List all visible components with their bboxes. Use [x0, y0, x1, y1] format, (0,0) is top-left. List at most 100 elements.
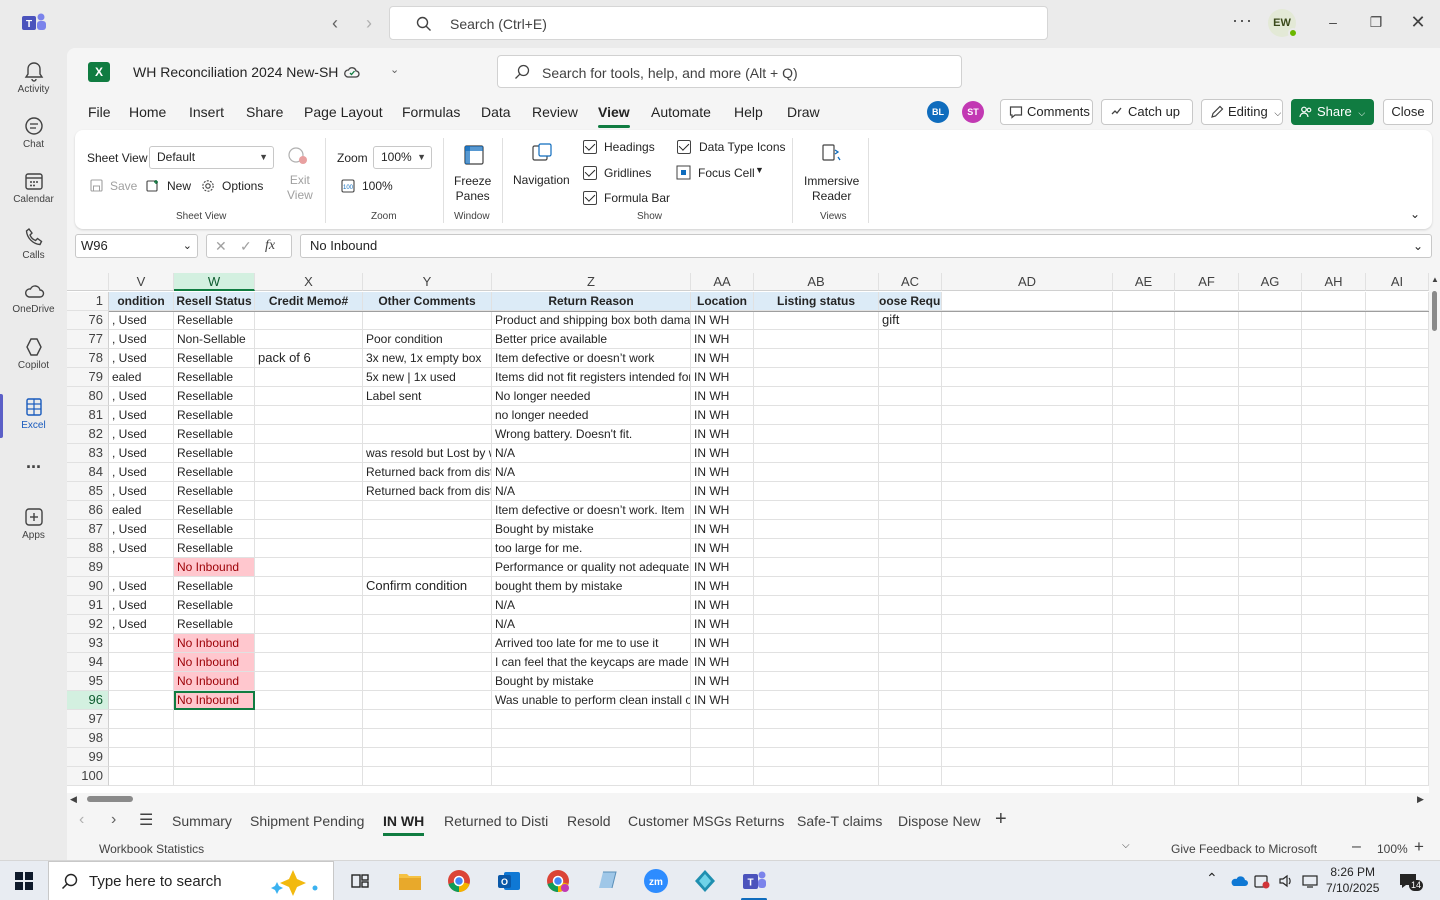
cell-z[interactable]: [492, 748, 691, 767]
row-header[interactable]: 78: [67, 349, 109, 368]
cell-ag[interactable]: [1239, 596, 1302, 615]
feedback-link[interactable]: Give Feedback to Microsoft: [1171, 842, 1317, 856]
column-header-z[interactable]: Z: [492, 273, 691, 291]
cell-af[interactable]: [1175, 729, 1239, 748]
cell-ad[interactable]: [942, 292, 1113, 311]
cell-ag[interactable]: [1239, 501, 1302, 520]
cell-ai[interactable]: [1366, 292, 1429, 311]
cell-x[interactable]: [255, 596, 363, 615]
cell-af[interactable]: [1175, 311, 1239, 330]
cell-x[interactable]: [255, 634, 363, 653]
cell-z[interactable]: Items did not fit registers intended for: [492, 368, 691, 387]
tab-data[interactable]: Data: [481, 104, 511, 120]
cell-af[interactable]: [1175, 672, 1239, 691]
cell-x[interactable]: [255, 558, 363, 577]
cell-w[interactable]: Non-Sellable: [174, 330, 255, 349]
row-header[interactable]: 82: [67, 425, 109, 444]
cell-aa[interactable]: IN WH: [691, 520, 754, 539]
cell-w[interactable]: [174, 748, 255, 767]
cell-ad[interactable]: [942, 539, 1113, 558]
cell-af[interactable]: [1175, 653, 1239, 672]
enter-check-icon[interactable]: ✓: [240, 235, 252, 257]
cell-aa[interactable]: IN WH: [691, 596, 754, 615]
cell-af[interactable]: [1175, 539, 1239, 558]
rail-item-apps[interactable]: Apps: [0, 498, 67, 554]
cell-w[interactable]: No Inbound: [174, 691, 255, 710]
outlook-icon[interactable]: O: [496, 868, 522, 894]
cell-ab[interactable]: [754, 596, 879, 615]
cell-ah[interactable]: [1302, 406, 1366, 425]
cell-ah[interactable]: [1302, 330, 1366, 349]
cell-y[interactable]: Returned back from dist: [363, 482, 492, 501]
cell-y[interactable]: Label sent: [363, 387, 492, 406]
cell-w[interactable]: Resellable: [174, 539, 255, 558]
row-header[interactable]: 84: [67, 463, 109, 482]
row-header[interactable]: 76: [67, 311, 109, 330]
rail-item-calendar[interactable]: Calendar: [0, 162, 67, 218]
cell-x[interactable]: [255, 653, 363, 672]
cell-z[interactable]: [492, 729, 691, 748]
collaborator-avatar[interactable]: ST: [962, 101, 984, 123]
cell-ac[interactable]: [879, 634, 942, 653]
onedrive-tray-icon[interactable]: [1230, 874, 1248, 888]
formula-bar-checkbox[interactable]: [583, 191, 597, 205]
cell-ag[interactable]: [1239, 368, 1302, 387]
cell-ah[interactable]: [1302, 501, 1366, 520]
cell-af[interactable]: [1175, 634, 1239, 653]
cell-ab[interactable]: [754, 615, 879, 634]
cell-ac[interactable]: [879, 577, 942, 596]
cell-w[interactable]: No Inbound: [174, 558, 255, 577]
cell-ab[interactable]: [754, 634, 879, 653]
cell-y[interactable]: [363, 425, 492, 444]
cell-ab[interactable]: [754, 767, 879, 786]
volume-icon[interactable]: [1278, 873, 1294, 889]
cell-ah[interactable]: [1302, 387, 1366, 406]
cell-ai[interactable]: [1366, 311, 1429, 330]
cell-ae[interactable]: [1113, 368, 1175, 387]
cell-x[interactable]: [255, 482, 363, 501]
cell-af[interactable]: [1175, 463, 1239, 482]
cell-aa[interactable]: IN WH: [691, 463, 754, 482]
cell-ab[interactable]: [754, 463, 879, 482]
horizontal-scroll-thumb[interactable]: [87, 796, 133, 802]
cell-v[interactable]: , Used: [109, 520, 174, 539]
cell-af[interactable]: [1175, 520, 1239, 539]
cell-ag[interactable]: [1239, 406, 1302, 425]
cell-ae[interactable]: [1113, 577, 1175, 596]
cell-ac[interactable]: [879, 748, 942, 767]
cell-aa[interactable]: IN WH: [691, 406, 754, 425]
cell-ab[interactable]: [754, 672, 879, 691]
cell-ag[interactable]: [1239, 292, 1302, 311]
sheet-tab-resold[interactable]: Resold: [567, 813, 611, 829]
cell-ae[interactable]: [1113, 748, 1175, 767]
cell-w[interactable]: [174, 729, 255, 748]
cell-ad[interactable]: [942, 311, 1113, 330]
cell-ad[interactable]: [942, 349, 1113, 368]
cell-ae[interactable]: [1113, 387, 1175, 406]
cell-ac[interactable]: [879, 368, 942, 387]
cell-ag[interactable]: [1239, 634, 1302, 653]
row-header[interactable]: 1: [67, 292, 109, 311]
cell-z[interactable]: Performance or quality not adequate: [492, 558, 691, 577]
collaborator-avatar[interactable]: BL: [927, 101, 949, 123]
chevron-down-icon[interactable]: ⌵: [1122, 840, 1130, 851]
cell-ad[interactable]: [942, 615, 1113, 634]
cell-v[interactable]: , Used: [109, 539, 174, 558]
cell-ad[interactable]: [942, 368, 1113, 387]
cell-y[interactable]: [363, 710, 492, 729]
cell-z[interactable]: No longer needed: [492, 387, 691, 406]
row-header[interactable]: 86: [67, 501, 109, 520]
row-header[interactable]: 97: [67, 710, 109, 729]
column-header-ae[interactable]: AE: [1113, 273, 1175, 291]
cell-ag[interactable]: [1239, 691, 1302, 710]
cell-w[interactable]: [174, 710, 255, 729]
cell-ah[interactable]: [1302, 311, 1366, 330]
cell-ac[interactable]: [879, 425, 942, 444]
cell-y[interactable]: Poor condition: [363, 330, 492, 349]
cell-aa[interactable]: [691, 748, 754, 767]
cell-z[interactable]: Was unable to perform clean install of: [492, 691, 691, 710]
sheet-tab-summary[interactable]: Summary: [172, 813, 232, 829]
tab-view[interactable]: View: [598, 104, 630, 128]
row-header[interactable]: 87: [67, 520, 109, 539]
cell-z[interactable]: Bought by mistake: [492, 672, 691, 691]
